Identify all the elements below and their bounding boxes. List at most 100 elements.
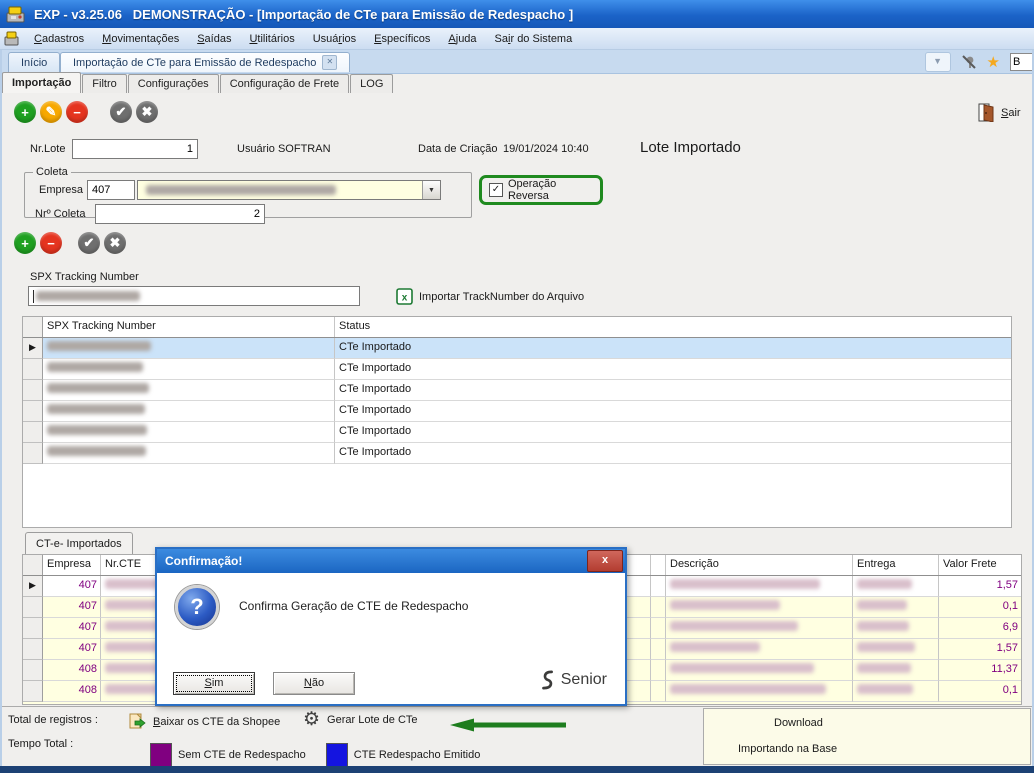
menu-item-movimentacoes[interactable]: Movimentações <box>94 31 187 47</box>
row-indicator: ▶ <box>23 338 43 359</box>
document-tab-bar: Início Importação de CTe para Emissão de… <box>0 50 1034 74</box>
col-header-spx-tracking[interactable]: SPX Tracking Number <box>43 317 335 337</box>
col-header-valor-frete[interactable]: Valor Frete <box>939 555 1021 575</box>
tracking-row[interactable]: CTe Importado <box>23 359 1011 380</box>
nr-coleta-field[interactable] <box>95 204 265 224</box>
tracking-row[interactable]: CTe Importado <box>23 401 1011 422</box>
edit-lote-button[interactable]: ✎ <box>40 101 62 123</box>
tracking-row[interactable]: CTe Importado <box>23 422 1011 443</box>
delete-lote-button[interactable]: − <box>66 101 88 123</box>
door-exit-icon <box>978 103 995 122</box>
nao-button[interactable]: Não <box>273 672 355 695</box>
download-file-icon <box>128 712 147 731</box>
dialog-close-button[interactable]: x <box>587 550 623 572</box>
question-icon: ? <box>175 585 219 629</box>
tracking-value-redacted <box>36 291 140 301</box>
window-titlebar[interactable]: EXP - v3.25.06 DEMONSTRAÇÃO - [Importaçã… <box>0 0 1034 28</box>
confirm-lote-button[interactable]: ✔ <box>110 101 132 123</box>
app-window: EXP - v3.25.06 DEMONSTRAÇÃO - [Importaçã… <box>0 0 1034 773</box>
add-lote-button[interactable]: + <box>14 101 36 123</box>
text-cursor <box>33 290 34 303</box>
tab-configuracoes[interactable]: Configurações <box>128 74 219 93</box>
download-label: Download <box>774 717 823 729</box>
tab-importacao[interactable]: Importação <box>2 72 81 93</box>
tab-importacao-cte-redespacho[interactable]: Importação de CTe para Emissão de Redesp… <box>60 52 350 72</box>
senior-brand: Senior <box>539 670 607 690</box>
dialog-titlebar[interactable]: Confirmação! x <box>157 549 625 573</box>
legend-swatch-sem-cte <box>150 743 172 767</box>
data-criacao-label: Data de Criação <box>418 143 498 155</box>
dialog-title: Confirmação! <box>165 554 242 568</box>
operacao-reversa-checkbox[interactable]: ✓ <box>489 183 503 197</box>
lote-status-label: Lote Importado <box>640 139 741 156</box>
window-border-left <box>0 50 2 766</box>
col-header-entrega[interactable]: Entrega <box>853 555 939 575</box>
gear-icon: ⚙ <box>303 711 320 729</box>
page-tab-bar: Importação Filtro Configurações Configur… <box>0 73 1034 93</box>
status-cell: CTe Importado <box>335 338 1011 359</box>
empresa-code-field[interactable] <box>87 180 135 200</box>
cancel-tracking-button[interactable]: ✖ <box>104 232 126 254</box>
tracking-row[interactable]: CTe Importado <box>23 380 1011 401</box>
excel-file-icon: x <box>396 288 413 305</box>
nr-lote-field[interactable] <box>72 139 198 159</box>
status-cell: CTe Importado <box>335 359 1011 380</box>
favorite-star-icon[interactable]: ★ <box>987 55 1000 70</box>
col-header-status[interactable]: Status <box>335 317 1011 337</box>
tab-filtro[interactable]: Filtro <box>82 74 126 93</box>
tracking-row[interactable]: ▶ CTe Importado <box>23 338 1011 359</box>
search-input[interactable] <box>1010 53 1034 71</box>
row-indicator: ▶ <box>23 576 43 597</box>
tab-configuracao-de-frete[interactable]: Configuração de Frete <box>220 74 349 93</box>
spx-tracking-label: SPX Tracking Number <box>30 271 139 283</box>
menu-item-ajuda[interactable]: Ajuda <box>440 31 484 47</box>
empresa-cell: 407 <box>43 576 101 597</box>
confirm-tracking-button[interactable]: ✔ <box>78 232 100 254</box>
close-tab-icon[interactable]: ✕ <box>322 55 337 70</box>
menu-item-cadastros[interactable]: Cadastros <box>26 31 92 47</box>
importando-base-label: Importando na Base <box>738 743 837 755</box>
tab-cte-importados[interactable]: CT-e- Importados <box>25 532 133 555</box>
confirmation-dialog: Confirmação! x ? Confirma Geração de CTE… <box>155 547 627 706</box>
cancel-lote-button[interactable]: ✖ <box>136 101 158 123</box>
empresa-label: Empresa <box>39 184 83 196</box>
app-icon <box>6 5 26 23</box>
legend-swatch-emitido <box>326 743 348 767</box>
tab-log[interactable]: LOG <box>350 74 393 93</box>
tab-inicio[interactable]: Início <box>8 52 60 72</box>
tracking-grid-header: SPX Tracking Number Status <box>23 317 1011 338</box>
baixar-cte-shopee-button[interactable]: Baixar os CTE da Shopee <box>128 712 280 731</box>
tracking-row[interactable]: CTe Importado <box>23 443 1011 464</box>
spx-tracking-input[interactable] <box>28 286 360 306</box>
gerar-lote-label: Gerar Lote de CTe <box>327 714 418 726</box>
chevron-down-icon[interactable]: ▼ <box>925 52 951 72</box>
col-header-descricao[interactable]: Descrição <box>666 555 853 575</box>
menu-item-especificos[interactable]: Específicos <box>366 31 438 47</box>
delete-tracking-button[interactable]: − <box>40 232 62 254</box>
import-tracknumber-button[interactable]: x Importar TrackNumber do Arquivo <box>396 288 584 305</box>
progress-panel: Download Importando na Base <box>703 708 1031 765</box>
legend-label-sem-cte: Sem CTE de Redespacho <box>178 749 306 761</box>
status-cell: CTe Importado <box>335 380 1011 401</box>
status-bar: Total de registros : Tempo Total : Baixa… <box>0 706 1034 767</box>
tracking-grid: SPX Tracking Number Status ▶ CTe Importa… <box>22 316 1012 528</box>
gerar-lote-cte-button[interactable]: ⚙ Gerar Lote de CTe <box>303 711 418 729</box>
unpin-icon[interactable] <box>961 54 977 70</box>
coleta-groupbox: Coleta Empresa ▼ Nrº Coleta <box>24 166 472 218</box>
menu-item-saidas[interactable]: Saídas <box>189 31 239 47</box>
empresa-combo[interactable]: ▼ <box>137 180 441 200</box>
menu-item-usuarios[interactable]: Usuários <box>305 31 364 47</box>
operacao-reversa-annotation: ✓ Operação Reversa <box>479 175 603 205</box>
sim-button[interactable]: Sim <box>173 672 255 695</box>
combo-dropdown-icon[interactable]: ▼ <box>422 181 440 199</box>
status-cell: CTe Importado <box>335 443 1011 464</box>
exit-button[interactable]: Sair <box>978 103 1021 122</box>
menu-item-utilitarios[interactable]: Utilitários <box>241 31 302 47</box>
valor-frete-cell: 1,57 <box>939 576 1021 597</box>
nr-lote-label: Nr.Lote <box>30 143 65 155</box>
add-tracking-button[interactable]: + <box>14 232 36 254</box>
tempo-total-label: Tempo Total : <box>8 738 73 750</box>
col-header-empresa[interactable]: Empresa <box>43 555 101 575</box>
legend: Sem CTE de Redespacho CTE Redespacho Emi… <box>150 743 480 767</box>
menu-item-sair-do-sistema[interactable]: Sair do Sistema <box>487 31 581 47</box>
